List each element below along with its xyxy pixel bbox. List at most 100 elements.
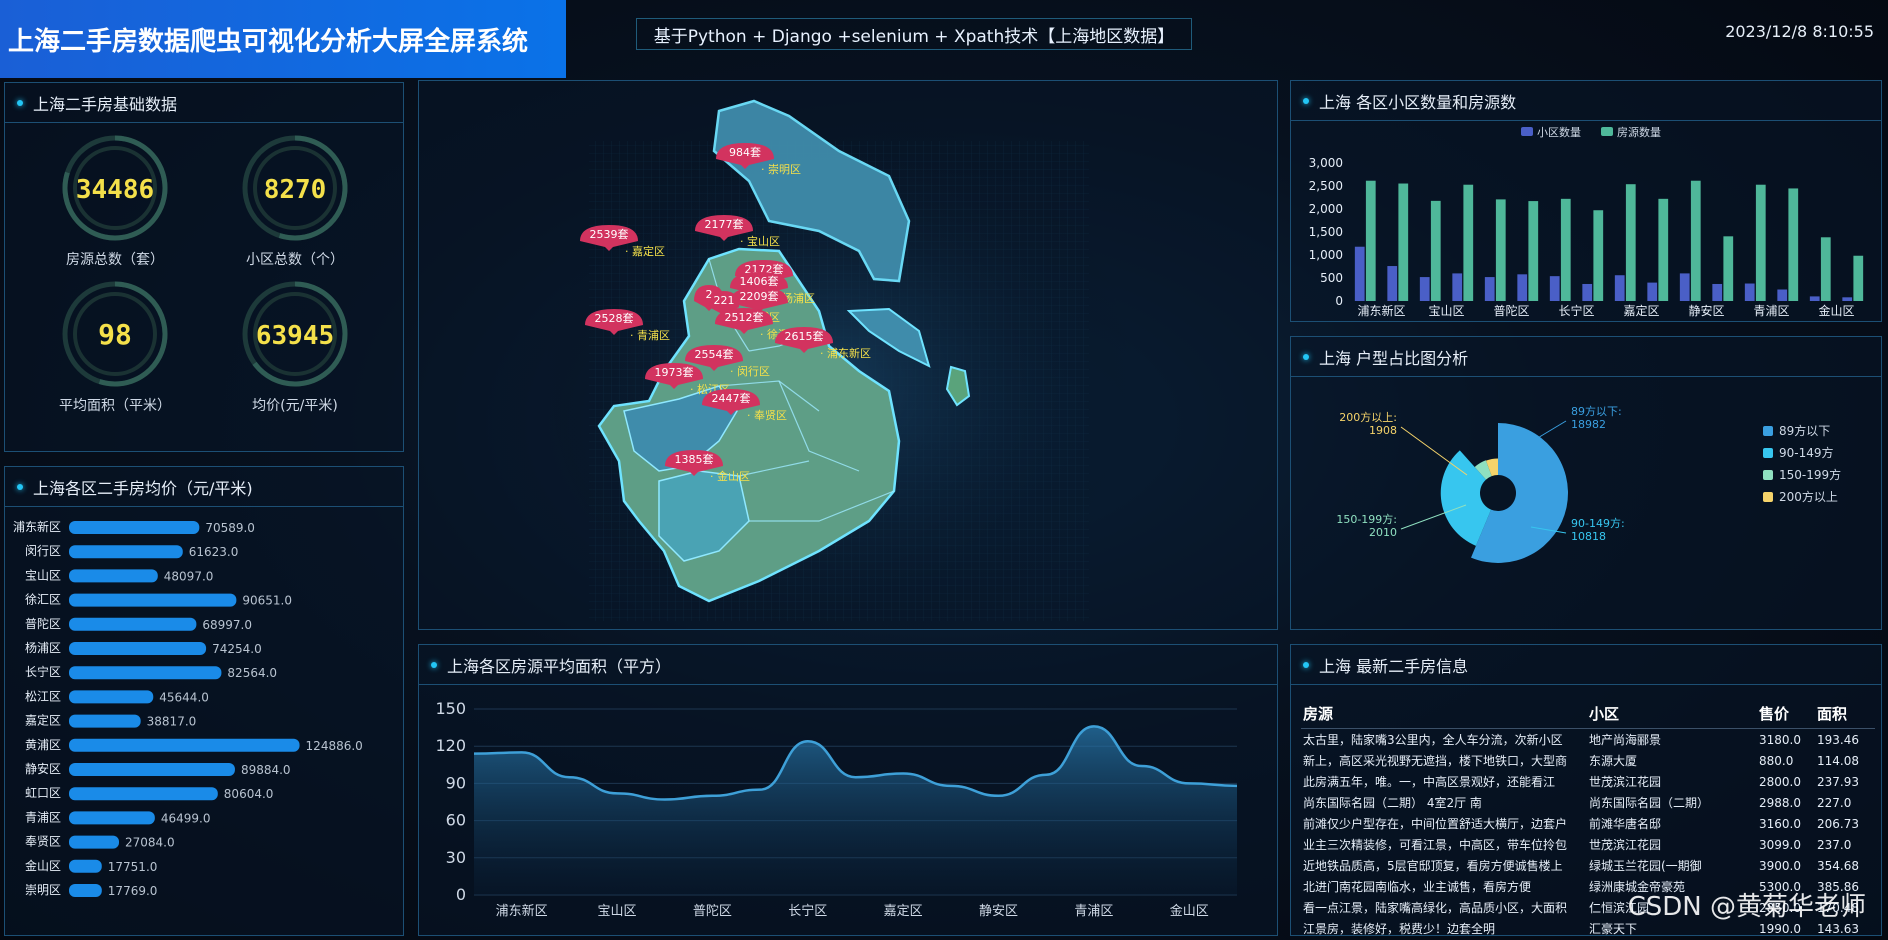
table-row[interactable]: 太古里，陆家嘴3公里内，全人车分流，次新小区 地产尚海郦景 3180.0 193.46	[1301, 729, 1875, 751]
y-tick-label: 30	[446, 848, 466, 867]
bullet-icon	[17, 483, 23, 490]
price-bar	[69, 666, 222, 680]
price-bar	[69, 763, 235, 776]
stat-card: 98 平均面积（平米）	[35, 279, 195, 415]
price-bar	[69, 521, 200, 534]
legend-label: 150-199方	[1779, 467, 1841, 482]
x-tick-label: 金山区	[1170, 903, 1209, 919]
callout-value: 1908	[1369, 424, 1397, 437]
value-label: 48097.0	[164, 569, 214, 583]
price-bar	[69, 738, 300, 752]
x-tick-label: 嘉定区	[884, 904, 923, 919]
category-label: 松江区	[25, 689, 61, 703]
category-label: 宝山区	[25, 568, 61, 582]
category-label: 虹口区	[25, 786, 61, 800]
bar	[1517, 274, 1528, 301]
legend-swatch	[1521, 127, 1533, 136]
stat-ring: 8270	[242, 135, 348, 241]
value-label: 17751.0	[108, 860, 158, 874]
table-cell: 尚东国际名园（二期）	[1589, 796, 1710, 810]
x-tick-label: 静安区	[1688, 303, 1724, 318]
table-cell: 地产尚海郦景	[1589, 733, 1662, 747]
table-cell: 前滩仅少户型存在，中间位置舒适大横厅，边套户	[1303, 817, 1568, 831]
x-tick-label: 长宁区	[1558, 303, 1594, 318]
stat-value: 63945	[256, 321, 334, 351]
stat-ring: 34486	[62, 135, 168, 241]
district-label: · 嘉定区	[625, 244, 665, 258]
basic-data-panel: 上海二手房基础数据 34486 房源总数（套） 8270 小区总数（个） 98 平均面积（…	[4, 82, 404, 452]
category-label: 浦东新区	[13, 519, 61, 534]
table-cell: 114.08	[1817, 753, 1859, 768]
table-cell: 太古里，陆家嘴3公里内，全人车分流，次新小区	[1303, 733, 1563, 747]
bar	[1387, 266, 1398, 301]
value-label: 124886.0	[306, 739, 363, 753]
col-header: 面积	[1815, 701, 1875, 729]
district-label: · 青浦区	[630, 329, 670, 342]
table-cell: 世茂滨江花园	[1589, 775, 1662, 789]
table-cell: 3099.0	[1759, 837, 1801, 852]
category-label: 静安区	[25, 761, 61, 776]
area-panel: 上海各区房源平均面积（平方） 0 30 60 90 120 150 浦东新区 宝山区 普陀区 长宁…	[418, 644, 1278, 936]
bar	[1777, 289, 1788, 301]
bar	[1788, 188, 1799, 301]
value-label: 17769.0	[108, 884, 158, 898]
table-cell: 尚东国际名园（二期） 4室2厅 南	[1303, 796, 1482, 810]
bullet-icon	[1303, 353, 1309, 360]
table-row[interactable]: 前滩仅少户型存在，中间位置舒适大横厅，边套户 前滩华唐名邸 3160.0 206.73	[1301, 813, 1875, 834]
callout-value: 18982	[1571, 418, 1606, 431]
table-row[interactable]: 尚东国际名园（二期） 4室2厅 南 尚东国际名园（二期） 2988.0 227.0	[1301, 792, 1875, 813]
bar	[1853, 255, 1864, 301]
table-cell: 2988.0	[1759, 795, 1801, 810]
table-row[interactable]: 此房满五年，唯。一，中高区景观好，还能看江 世茂滨江花园 2800.0 237.93	[1301, 771, 1875, 792]
price-bar	[69, 884, 102, 897]
legend-label: 89方以下	[1779, 423, 1830, 438]
category-label: 金山区	[25, 858, 61, 873]
x-tick-label: 普陀区	[693, 903, 732, 919]
x-tick-label: 宝山区	[598, 904, 637, 919]
price-bar	[69, 569, 158, 583]
y-tick-label: 60	[446, 811, 466, 830]
price-bar	[69, 835, 120, 849]
y-tick-label: 2,000	[1309, 202, 1343, 216]
district-label: · 崇明区	[761, 163, 801, 176]
value-label: 80604.0	[224, 787, 274, 801]
callout-line	[1400, 426, 1468, 476]
legend-label: 90-149方	[1779, 445, 1834, 460]
legend-label: 房源数量	[1617, 125, 1661, 139]
table-cell: 354.68	[1817, 858, 1859, 873]
panel-title: 上海 各区小区数量和房源数	[1319, 92, 1517, 112]
category-label: 徐汇区	[25, 592, 61, 607]
bar	[1365, 180, 1376, 301]
table-row[interactable]: 近地铁品质高，5层官邸顶复，看房方便诚售楼上 绿城玉兰花园(一期御 3900.0 35…	[1301, 855, 1875, 876]
bullet-icon	[17, 99, 23, 106]
bar	[1712, 283, 1723, 301]
y-tick-label: 90	[446, 773, 466, 792]
map-panel: 984套 · 崇明区 2539套 · 嘉定区 2177套 · 宝山区 2172套 1406套 ·…	[418, 80, 1278, 661]
price-bar	[69, 859, 102, 873]
bar	[1658, 198, 1669, 301]
bar	[1419, 277, 1430, 301]
value-label: 82564.0	[227, 666, 277, 680]
bar	[1452, 273, 1463, 301]
x-tick-label: 静安区	[979, 904, 1018, 919]
table-cell: 江景房，装修好，税费少！边套全明	[1303, 922, 1496, 936]
bar	[1582, 283, 1593, 301]
marker-count: 2528套	[595, 312, 634, 325]
table-cell: 237.93	[1817, 774, 1859, 789]
legend-swatch	[1763, 426, 1773, 436]
bar	[1614, 275, 1625, 301]
table-row[interactable]: 业主三次精装修，可看江景，中高区，带车位拎包 世茂滨江花园 3099.0 237.0	[1301, 834, 1875, 855]
x-tick-label: 青浦区	[1753, 304, 1789, 318]
bar	[1744, 283, 1755, 301]
bullet-icon	[431, 661, 437, 668]
layout-panel: 上海 户型占比图分析 89方以下: 18982 90-149方: 10818 150-1…	[1290, 336, 1882, 630]
legend-swatch	[1601, 127, 1613, 136]
bar	[1528, 201, 1539, 301]
table-cell: 此房满五年，唯。一，中高区景观好，还能看江	[1303, 775, 1556, 789]
table-row[interactable]: 新上，高区采光视野无遮挡，楼下地铁口，大型商 东源大厦 880.0 114.08	[1301, 750, 1875, 771]
bar	[1842, 297, 1853, 301]
district-label: · 宝山区	[740, 234, 780, 248]
marker-count: 2177套	[705, 218, 744, 231]
panel-title: 上海二手房基础数据	[33, 94, 178, 114]
table-cell: 227.0	[1817, 795, 1852, 810]
